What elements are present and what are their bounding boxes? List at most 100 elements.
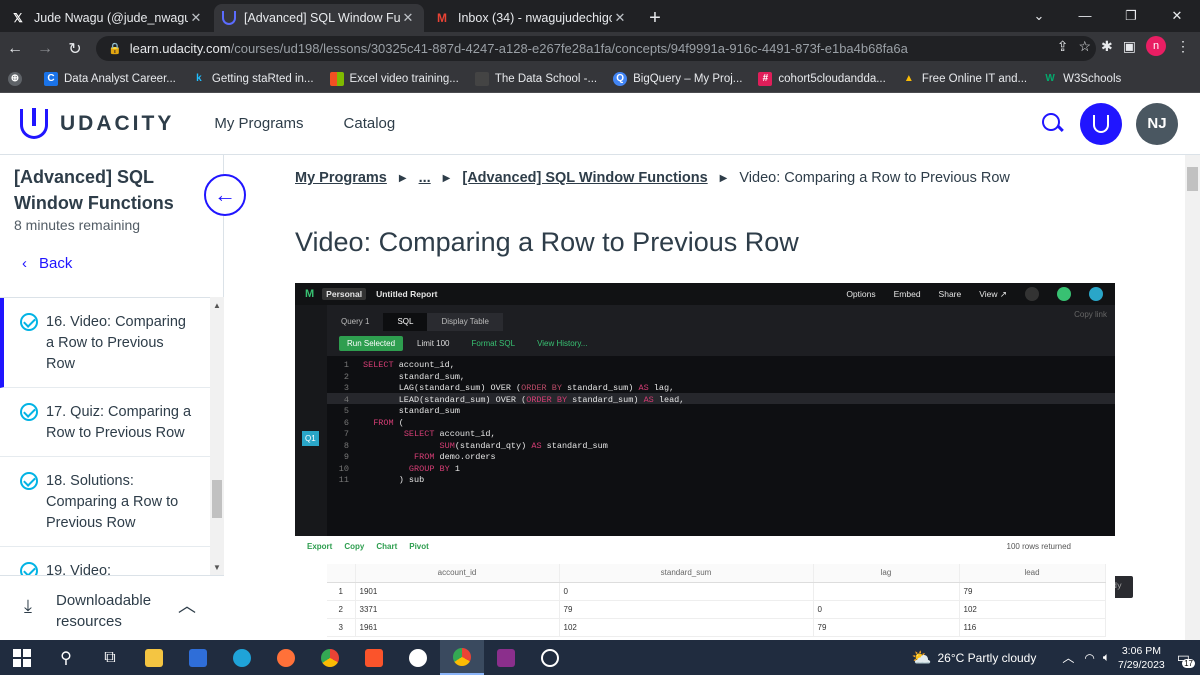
reload-icon[interactable]: ↻ bbox=[60, 39, 90, 59]
notification-icon[interactable]: ▭ 17 bbox=[1177, 649, 1195, 668]
bookmark-item[interactable]: Excel video training... bbox=[329, 71, 459, 86]
page-scrollbar[interactable] bbox=[1185, 155, 1200, 640]
workspace-label: Personal bbox=[322, 288, 367, 300]
sidebar-scroll-thumb[interactable] bbox=[212, 480, 222, 518]
volume-icon[interactable]: 🔈︎ bbox=[1103, 650, 1110, 665]
time-remaining: 8 minutes remaining bbox=[14, 217, 141, 233]
star-icon[interactable]: ☆ bbox=[1078, 38, 1091, 55]
breadcrumb-separator-icon: ▶ bbox=[719, 172, 728, 184]
tab-sql: SQL bbox=[383, 313, 428, 331]
chrome-profile-icon[interactable] bbox=[440, 640, 484, 675]
wifi-icon[interactable]: ◠ bbox=[1084, 651, 1094, 665]
clock-time: 3:06 PM bbox=[1121, 644, 1161, 657]
minimize-icon[interactable]: — bbox=[1062, 0, 1108, 32]
microsoft-icon bbox=[329, 71, 344, 86]
bookmark-item[interactable]: k Getting staRted in... bbox=[192, 72, 313, 86]
lesson-item-19[interactable]: 19. Video: bbox=[0, 547, 210, 575]
weather-icon[interactable]: ⛅ bbox=[912, 648, 932, 668]
downloadable-resources[interactable]: ⤓ Downloadable resources ︿ bbox=[0, 575, 224, 640]
tab-display-table: Display Table bbox=[427, 313, 503, 331]
udacity-logo-icon bbox=[20, 107, 48, 139]
page-scroll-thumb[interactable] bbox=[1187, 167, 1198, 191]
chevron-left-icon: ‹ bbox=[22, 255, 27, 272]
bookmark-item[interactable]: Q BigQuery – My Proj... bbox=[613, 71, 742, 86]
nav-my-programs[interactable]: My Programs bbox=[214, 115, 303, 132]
check-circle-icon bbox=[20, 472, 38, 490]
scroll-down-icon[interactable]: ▼ bbox=[213, 563, 221, 572]
extensions-icon[interactable]: ✱ bbox=[1101, 38, 1113, 55]
brave-icon[interactable] bbox=[352, 640, 396, 675]
close-icon[interactable]: ✕ bbox=[612, 10, 628, 26]
sidebar-scrollbar[interactable] bbox=[210, 297, 224, 575]
bookmark-item[interactable]: ▲ Free Online IT and... bbox=[902, 72, 1027, 86]
forward-icon[interactable]: → bbox=[30, 40, 60, 58]
video-player[interactable]: M Personal Untitled Report Options Embed… bbox=[295, 283, 1133, 640]
tab-twitter[interactable]: 𝕏 Jude Nwagu (@jude_nwagu) / X ✕ bbox=[2, 4, 212, 32]
close-window-icon[interactable]: ✕ bbox=[1154, 0, 1200, 32]
apps-icon[interactable]: ⊕ bbox=[8, 71, 28, 86]
close-icon[interactable]: ✕ bbox=[188, 10, 204, 26]
chevron-up-icon[interactable]: ︿ bbox=[1062, 649, 1074, 666]
user-avatar[interactable]: NJ bbox=[1136, 103, 1178, 145]
logo-text: UDACITY bbox=[60, 111, 175, 135]
q1-badge: Q1 bbox=[302, 431, 319, 446]
collapse-sidebar-button[interactable]: ← bbox=[204, 174, 246, 216]
lesson-item-18[interactable]: 18. Solutions: Comparing a Row to Previo… bbox=[0, 457, 210, 547]
restore-icon[interactable]: ❐ bbox=[1108, 0, 1154, 32]
clock-date: 7/29/2023 bbox=[1118, 658, 1165, 671]
new-tab-button[interactable]: + bbox=[644, 4, 666, 32]
back-icon[interactable]: ← bbox=[0, 40, 30, 58]
table-cell: 3371 bbox=[355, 600, 560, 619]
bookmark-item[interactable]: W W3Schools bbox=[1043, 72, 1121, 86]
row-number-header bbox=[327, 564, 356, 583]
lesson-item-17[interactable]: 17. Quiz: Comparing a Row to Previous Ro… bbox=[0, 388, 210, 457]
breadcrumb-ellipsis[interactable]: ... bbox=[419, 170, 431, 186]
clock[interactable]: 3:06 PM 7/29/2023 bbox=[1118, 644, 1165, 672]
chevron-up-icon: ︿ bbox=[178, 596, 196, 616]
task-view-icon[interactable]: ⧉ bbox=[88, 640, 132, 675]
nav-catalog[interactable]: Catalog bbox=[344, 115, 396, 132]
chrome-icon[interactable] bbox=[308, 640, 352, 675]
breadcrumb-course[interactable]: [Advanced] SQL Window Functions bbox=[462, 170, 707, 186]
windows-start-icon[interactable] bbox=[0, 640, 44, 675]
udacity-logo[interactable]: UDACITY bbox=[20, 107, 175, 139]
column-header: account_id bbox=[355, 564, 560, 583]
menu-icon[interactable]: ⋮ bbox=[1176, 38, 1190, 55]
udacity-avatar[interactable] bbox=[1080, 103, 1122, 145]
profile-avatar[interactable]: n bbox=[1146, 36, 1166, 56]
search-icon[interactable]: ⚲ bbox=[44, 640, 88, 675]
sidepanel-icon[interactable]: ▣ bbox=[1123, 38, 1136, 55]
tab-gmail[interactable]: M Inbox (34) - nwagujudechigozie@ ✕ bbox=[426, 4, 636, 32]
search-icon bbox=[1025, 287, 1039, 301]
chevron-down-icon[interactable]: ⌄ bbox=[1016, 0, 1062, 32]
search-icon[interactable] bbox=[1040, 111, 1066, 137]
lock-icon: 🔒 bbox=[108, 43, 122, 55]
bookmark-item[interactable]: # cohort5cloudandda... bbox=[758, 71, 886, 86]
lesson-item-16[interactable]: 16. Video: Comparing a Row to Previous R… bbox=[0, 298, 210, 388]
whatsapp-icon[interactable] bbox=[396, 640, 440, 675]
code-line: FROM demo.orders bbox=[414, 452, 496, 462]
tab-title: Jude Nwagu (@jude_nwagu) / X bbox=[34, 11, 188, 25]
edge-icon[interactable] bbox=[220, 640, 264, 675]
table-row: 1 1901 0 79 bbox=[327, 582, 1106, 601]
export-label: Export bbox=[307, 541, 333, 551]
weather-text[interactable]: 26°C Partly cloudy bbox=[938, 651, 1037, 665]
x-logo-icon: 𝕏 bbox=[13, 11, 23, 25]
scroll-up-icon[interactable]: ▲ bbox=[213, 301, 221, 310]
firefox-icon[interactable] bbox=[264, 640, 308, 675]
tab-udacity[interactable]: [Advanced] SQL Window Functio ✕ bbox=[214, 4, 424, 32]
back-link[interactable]: ‹ Back bbox=[22, 255, 72, 272]
bookmark-item[interactable]: C Data Analyst Career... bbox=[44, 71, 176, 86]
bookmark-item[interactable]: The Data School -... bbox=[474, 71, 597, 86]
breadcrumb-my-programs[interactable]: My Programs bbox=[295, 170, 387, 186]
tab-title: Inbox (34) - nwagujudechigozie@ bbox=[458, 11, 612, 25]
winrar-icon[interactable] bbox=[484, 640, 528, 675]
table-cell: 0 bbox=[559, 582, 814, 601]
store-icon[interactable] bbox=[176, 640, 220, 675]
media-player-icon[interactable] bbox=[528, 640, 572, 675]
url-bar[interactable]: 🔒 learn.udacity.com/courses/ud198/lesson… bbox=[96, 36, 1096, 61]
share-icon[interactable]: ⇪ bbox=[1057, 38, 1069, 55]
chart-label: Chart bbox=[376, 541, 398, 551]
file-explorer-icon[interactable] bbox=[132, 640, 176, 675]
close-icon[interactable]: ✕ bbox=[400, 10, 416, 26]
